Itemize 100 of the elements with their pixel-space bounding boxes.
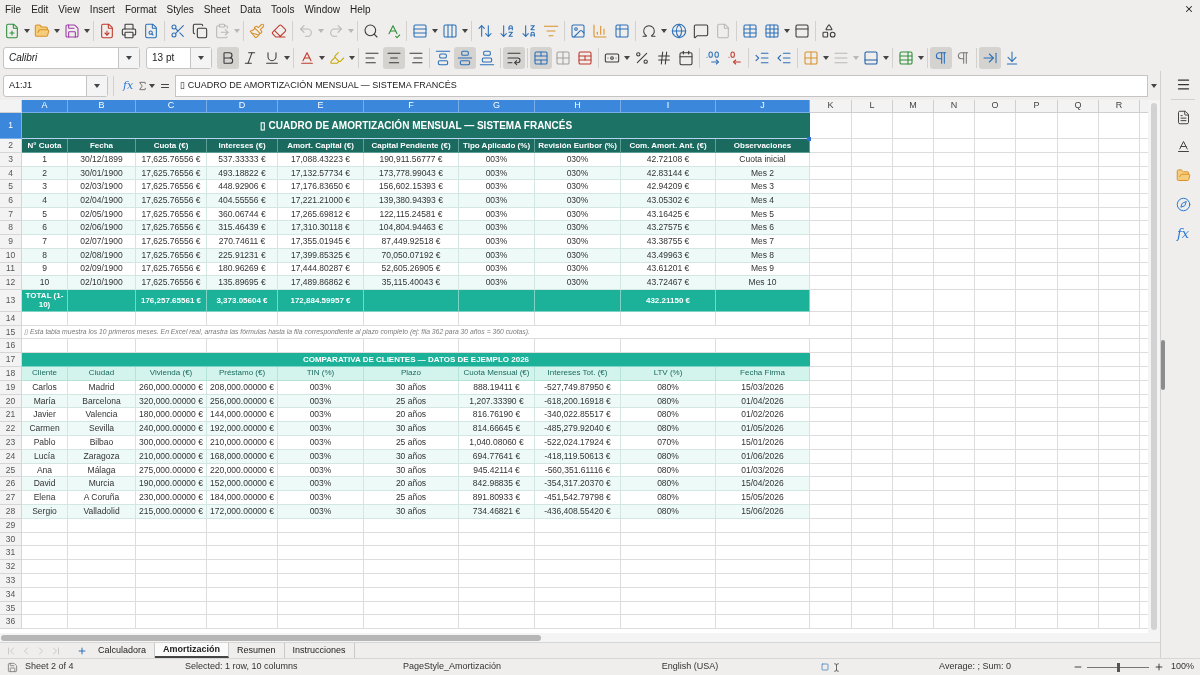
function-wizard-button[interactable]: fx [123,80,134,91]
font-size-box[interactable]: 13 pt [146,46,212,69]
row-header[interactable]: 28 [0,505,22,519]
caret-icon[interactable] [883,55,889,60]
column-header[interactable]: M [893,100,934,113]
caret-icon[interactable] [24,29,30,33]
caret-icon[interactable] [624,55,630,60]
row-header[interactable]: 12 [0,276,22,290]
menu-item[interactable]: File [0,1,27,17]
row-header[interactable]: 2 [0,139,22,153]
menu-item[interactable]: Styles [161,1,199,17]
table-cell: -436,408.55420 € [535,505,621,519]
font-name-box[interactable]: Calibri [3,46,140,69]
column-header[interactable]: J [716,100,810,113]
column-header[interactable]: D [207,100,278,113]
menu-item[interactable]: View [53,1,85,17]
sheet-tab[interactable]: Amortización [155,643,230,658]
align-center-button[interactable] [383,46,405,69]
caret-icon[interactable] [432,29,438,33]
bold-button[interactable] [217,46,239,69]
column-header[interactable]: P [1016,100,1058,113]
column-header[interactable]: K [810,100,852,113]
menu-item[interactable]: Edit [26,1,54,17]
row-header[interactable]: 16 [0,339,22,354]
corner-cell[interactable] [0,100,22,113]
caret-icon[interactable] [84,29,90,33]
save-icon[interactable] [7,661,18,673]
left-to-right-button[interactable] [930,46,952,69]
column-header[interactable]: C [136,100,207,113]
caret-icon[interactable] [54,29,60,33]
horizontal-scrollbar[interactable] [0,633,1160,642]
caret-icon[interactable] [661,29,667,33]
column-header[interactable]: L [852,100,893,113]
align-middle-button[interactable] [454,46,476,69]
formula-input[interactable]: ▯ CUADRO DE AMORTIZACIÓN MENSUAL — SISTEMA FRANCÉS [175,74,1148,97]
close-icon[interactable] [1184,4,1194,14]
horizontal-text-button[interactable] [979,46,1001,69]
column-header[interactable]: E [278,100,364,113]
menu-item[interactable]: Tools [266,1,300,17]
zoom-in-icon[interactable] [1154,662,1164,672]
caret-icon[interactable] [319,55,325,60]
row-header[interactable]: 8 [0,221,22,236]
column-header[interactable]: A [22,100,68,113]
name-box[interactable]: A1:J1 [3,74,108,97]
caret-icon[interactable] [1151,83,1157,88]
row-header[interactable]: 32 [0,560,22,574]
row-header[interactable]: 18 [0,367,22,381]
row-header[interactable]: 23 [0,436,22,450]
column-header[interactable]: Q [1058,100,1099,113]
slider-thumb[interactable] [1116,662,1120,672]
table-merge-icon [533,49,549,66]
menu-item[interactable]: Sheet [198,1,235,17]
caret-icon[interactable] [126,55,132,60]
sidebar-grip[interactable] [1161,339,1165,390]
row-header[interactable]: 26 [0,477,22,492]
text-cursor-icon[interactable] [831,661,841,673]
menu-item[interactable]: Window [299,1,345,17]
caret-icon[interactable] [284,55,290,60]
caret-icon[interactable] [149,83,156,88]
fill-handle[interactable] [807,137,811,141]
scrollbar-thumb[interactable] [1,634,541,641]
row-header[interactable]: 17 [0,353,22,368]
caret-icon[interactable] [918,55,924,60]
menu-item[interactable]: Data [234,1,267,17]
zoom-slider[interactable] [1087,662,1149,672]
row-header[interactable]: 22 [0,422,22,437]
plus-icon[interactable] [77,645,87,656]
column-header[interactable]: R [1099,100,1140,113]
caret-icon[interactable] [198,55,204,60]
row-header[interactable]: 31 [0,546,22,561]
caret-icon[interactable] [349,55,355,60]
caret-icon[interactable] [784,29,790,33]
wrap-text-button[interactable] [503,46,525,69]
caret-icon[interactable] [94,83,100,88]
row-header[interactable]: 5 [0,180,22,195]
functions-button[interactable]: fx [1176,219,1190,248]
column-header[interactable]: F [364,100,459,113]
table-header-cell: Intereses (€) [207,139,278,153]
menu-item[interactable]: Insert [84,1,120,17]
rectangle-icon[interactable] [819,663,830,671]
row-header[interactable]: 1 [0,113,22,139]
row-header[interactable]: 13 [0,289,22,312]
column-header[interactable]: H [535,100,621,113]
row-header[interactable]: 27 [0,491,22,506]
caret-icon[interactable] [462,29,468,33]
column-header[interactable]: G [459,100,535,113]
row-header[interactable]: 3 [0,153,22,167]
row-header[interactable]: 6 [0,194,22,208]
merge-center-button[interactable] [530,46,552,69]
row-header[interactable]: 36 [0,615,22,630]
caret-icon[interactable] [823,55,829,60]
column-header[interactable]: O [975,100,1016,113]
menu-item[interactable]: Help [345,1,376,17]
column-header[interactable]: B [68,100,136,113]
column-header[interactable]: N [934,100,975,113]
row-header[interactable]: 33 [0,574,22,588]
menu-item[interactable]: Format [119,1,162,17]
row-header[interactable]: 21 [0,408,22,423]
column-header[interactable]: I [621,100,716,113]
row-header[interactable]: 9 [0,235,22,249]
